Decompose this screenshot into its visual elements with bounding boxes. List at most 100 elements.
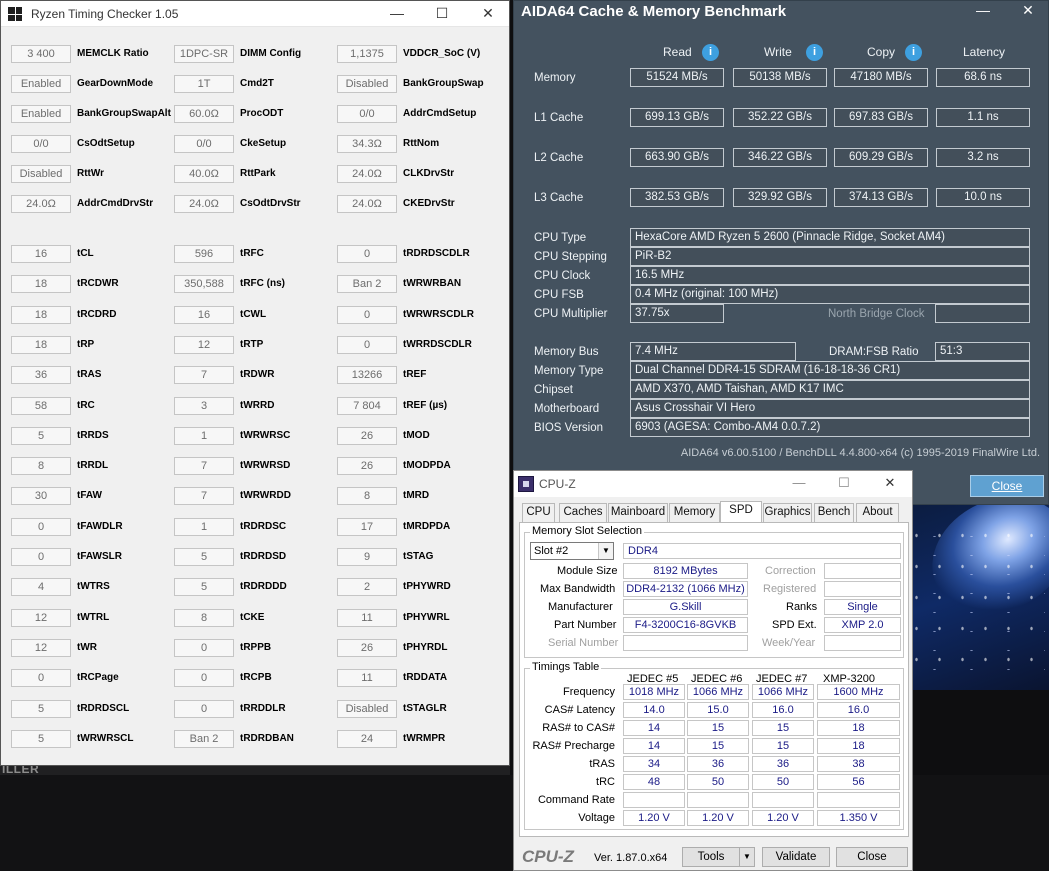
spd-ext-label: SPD Ext. <box>772 619 817 631</box>
cpu-type-label: CPU Type <box>534 232 587 244</box>
timing-cell: 50 <box>752 774 814 790</box>
timing-value: 26 <box>337 638 397 657</box>
timing-value: Disabled <box>337 699 397 718</box>
serial-number-value <box>623 635 748 651</box>
wallpaper-stars <box>905 520 1045 680</box>
timing-value: 8 <box>174 608 234 627</box>
timing-value: 60.0Ω <box>174 105 234 123</box>
timing-label: tMODPDA <box>403 460 451 472</box>
memory-type-value: Dual Channel DDR4-15 SDRAM (16-18-18-36 … <box>630 361 1030 380</box>
timing-value: Ban 2 <box>337 275 397 294</box>
aida-minimize-button[interactable]: — <box>968 0 998 22</box>
timing-label: tRAS <box>77 369 102 381</box>
info-icon[interactable]: i <box>905 44 922 61</box>
timing-label: tWRRDSCDLR <box>403 338 472 350</box>
tab-cpu[interactable]: CPU <box>522 503 555 522</box>
cpuz-app-icon <box>518 476 534 492</box>
tab-mainboard[interactable]: Mainboard <box>608 503 668 522</box>
timing-label: ProcODT <box>240 108 284 119</box>
week-year-label: Week/Year <box>762 637 816 649</box>
timing-value: 0/0 <box>337 105 397 123</box>
aida-close-button[interactable]: ✕ <box>1013 0 1043 22</box>
timing-label: tRCPB <box>240 672 272 684</box>
timing-cell: 15 <box>687 720 749 736</box>
tab-spd[interactable]: SPD <box>720 501 762 523</box>
timing-label: tRC <box>77 399 95 411</box>
bench-value: 47180 MB/s <box>834 68 928 87</box>
bench-value: 697.83 GB/s <box>834 108 928 127</box>
timing-label: CsOdtSetup <box>77 138 135 149</box>
timing-value: 17 <box>337 517 397 536</box>
validate-button[interactable]: Validate <box>762 847 830 867</box>
tab-caches[interactable]: Caches <box>559 503 607 522</box>
timing-value: 40.0Ω <box>174 165 234 183</box>
tools-dropdown-icon[interactable]: ▼ <box>739 847 755 867</box>
timing-cell: 1066 MHz <box>752 684 814 700</box>
timing-value: 5 <box>11 699 71 718</box>
motherboard-label: Motherboard <box>534 403 600 415</box>
cpuz-close-dialog-button[interactable]: Close <box>836 847 908 867</box>
timing-label: tWRWRDD <box>240 490 291 502</box>
cpuz-close-button[interactable]: ✕ <box>868 471 912 497</box>
window-shadow <box>0 766 510 775</box>
bench-value: 374.13 GB/s <box>834 188 928 207</box>
timing-label: tRP <box>77 338 95 350</box>
timing-value: 0 <box>11 669 71 688</box>
cpu-stepping-value: PiR-B2 <box>630 247 1030 266</box>
timing-cell: 38 <box>817 756 900 772</box>
maximize-button[interactable]: ☐ <box>419 1 465 27</box>
bench-value: 346.22 GB/s <box>733 148 827 167</box>
info-icon[interactable]: i <box>806 44 823 61</box>
timing-cell <box>623 792 685 808</box>
cpuz-maximize-button[interactable]: ☐ <box>822 471 866 497</box>
timing-value: 36 <box>11 366 71 385</box>
minimize-button[interactable]: — <box>374 1 420 27</box>
timing-cell <box>687 792 749 808</box>
timing-label: tPHYRDL <box>403 641 448 653</box>
rtc-title: Ryzen Timing Checker 1.05 <box>31 7 179 21</box>
part-number-label: Part Number <box>554 619 617 631</box>
timing-label: CKEDrvStr <box>403 198 455 209</box>
registered-label: Registered <box>763 583 817 595</box>
timing-value: 16 <box>11 245 71 263</box>
aida-close-dialog-button[interactable]: Close <box>970 475 1044 497</box>
timing-value: 24 <box>337 729 397 748</box>
timing-label: tRDWR <box>240 369 275 381</box>
tab-memory[interactable]: Memory <box>669 503 720 522</box>
chevron-down-icon[interactable]: ▼ <box>598 543 613 559</box>
correction-value <box>824 563 901 579</box>
max-bandwidth-label: Max Bandwidth <box>540 583 616 595</box>
timing-value: 1DPC-SR <box>174 45 234 63</box>
tools-button[interactable]: Tools <box>682 847 740 867</box>
timing-value: Disabled <box>337 75 397 93</box>
slot-select[interactable]: Slot #2 ▼ <box>530 542 614 560</box>
timing-label: GearDownMode <box>77 78 154 89</box>
cpuz-minimize-button[interactable]: — <box>777 471 821 497</box>
cpuz-titlebar[interactable]: CPU-Z — ☐ ✕ <box>514 471 912 497</box>
tab-about[interactable]: About <box>856 503 899 522</box>
timing-cell: 1018 MHz <box>623 684 685 700</box>
module-size-label: Module Size <box>557 565 618 577</box>
info-icon[interactable]: i <box>702 44 719 61</box>
tab-graphics[interactable]: Graphics <box>763 503 812 522</box>
timing-label: tWRMPR <box>403 732 446 744</box>
timing-value: 1,1375 <box>337 45 397 63</box>
bench-value: 50138 MB/s <box>733 68 827 87</box>
timing-label: DIMM Config <box>240 48 302 59</box>
bench-value: 3.2 ns <box>936 148 1030 167</box>
timing-cell: 34 <box>623 756 685 772</box>
close-button[interactable]: ✕ <box>465 1 511 27</box>
timing-value: 8 <box>11 457 71 476</box>
memory-slot-group-title: Memory Slot Selection <box>530 525 645 537</box>
rtc-titlebar[interactable]: Ryzen Timing Checker 1.05 — ☐ ✕ <box>1 1 509 27</box>
bench-value: 382.53 GB/s <box>630 188 724 207</box>
header-read: Read <box>663 45 692 59</box>
timing-cell: 15 <box>752 738 814 754</box>
cpuz-title: CPU-Z <box>539 477 576 491</box>
timing-value: 3 400 <box>11 45 71 63</box>
motherboard-value: Asus Crosshair VI Hero <box>630 399 1030 418</box>
tab-bench[interactable]: Bench <box>814 503 854 522</box>
rtc-window: Ryzen Timing Checker 1.05 — ☐ ✕ 3 400 MEM… <box>0 0 510 766</box>
timing-label: tMRDPDA <box>403 520 451 532</box>
bench-row-label: L1 Cache <box>534 112 584 124</box>
